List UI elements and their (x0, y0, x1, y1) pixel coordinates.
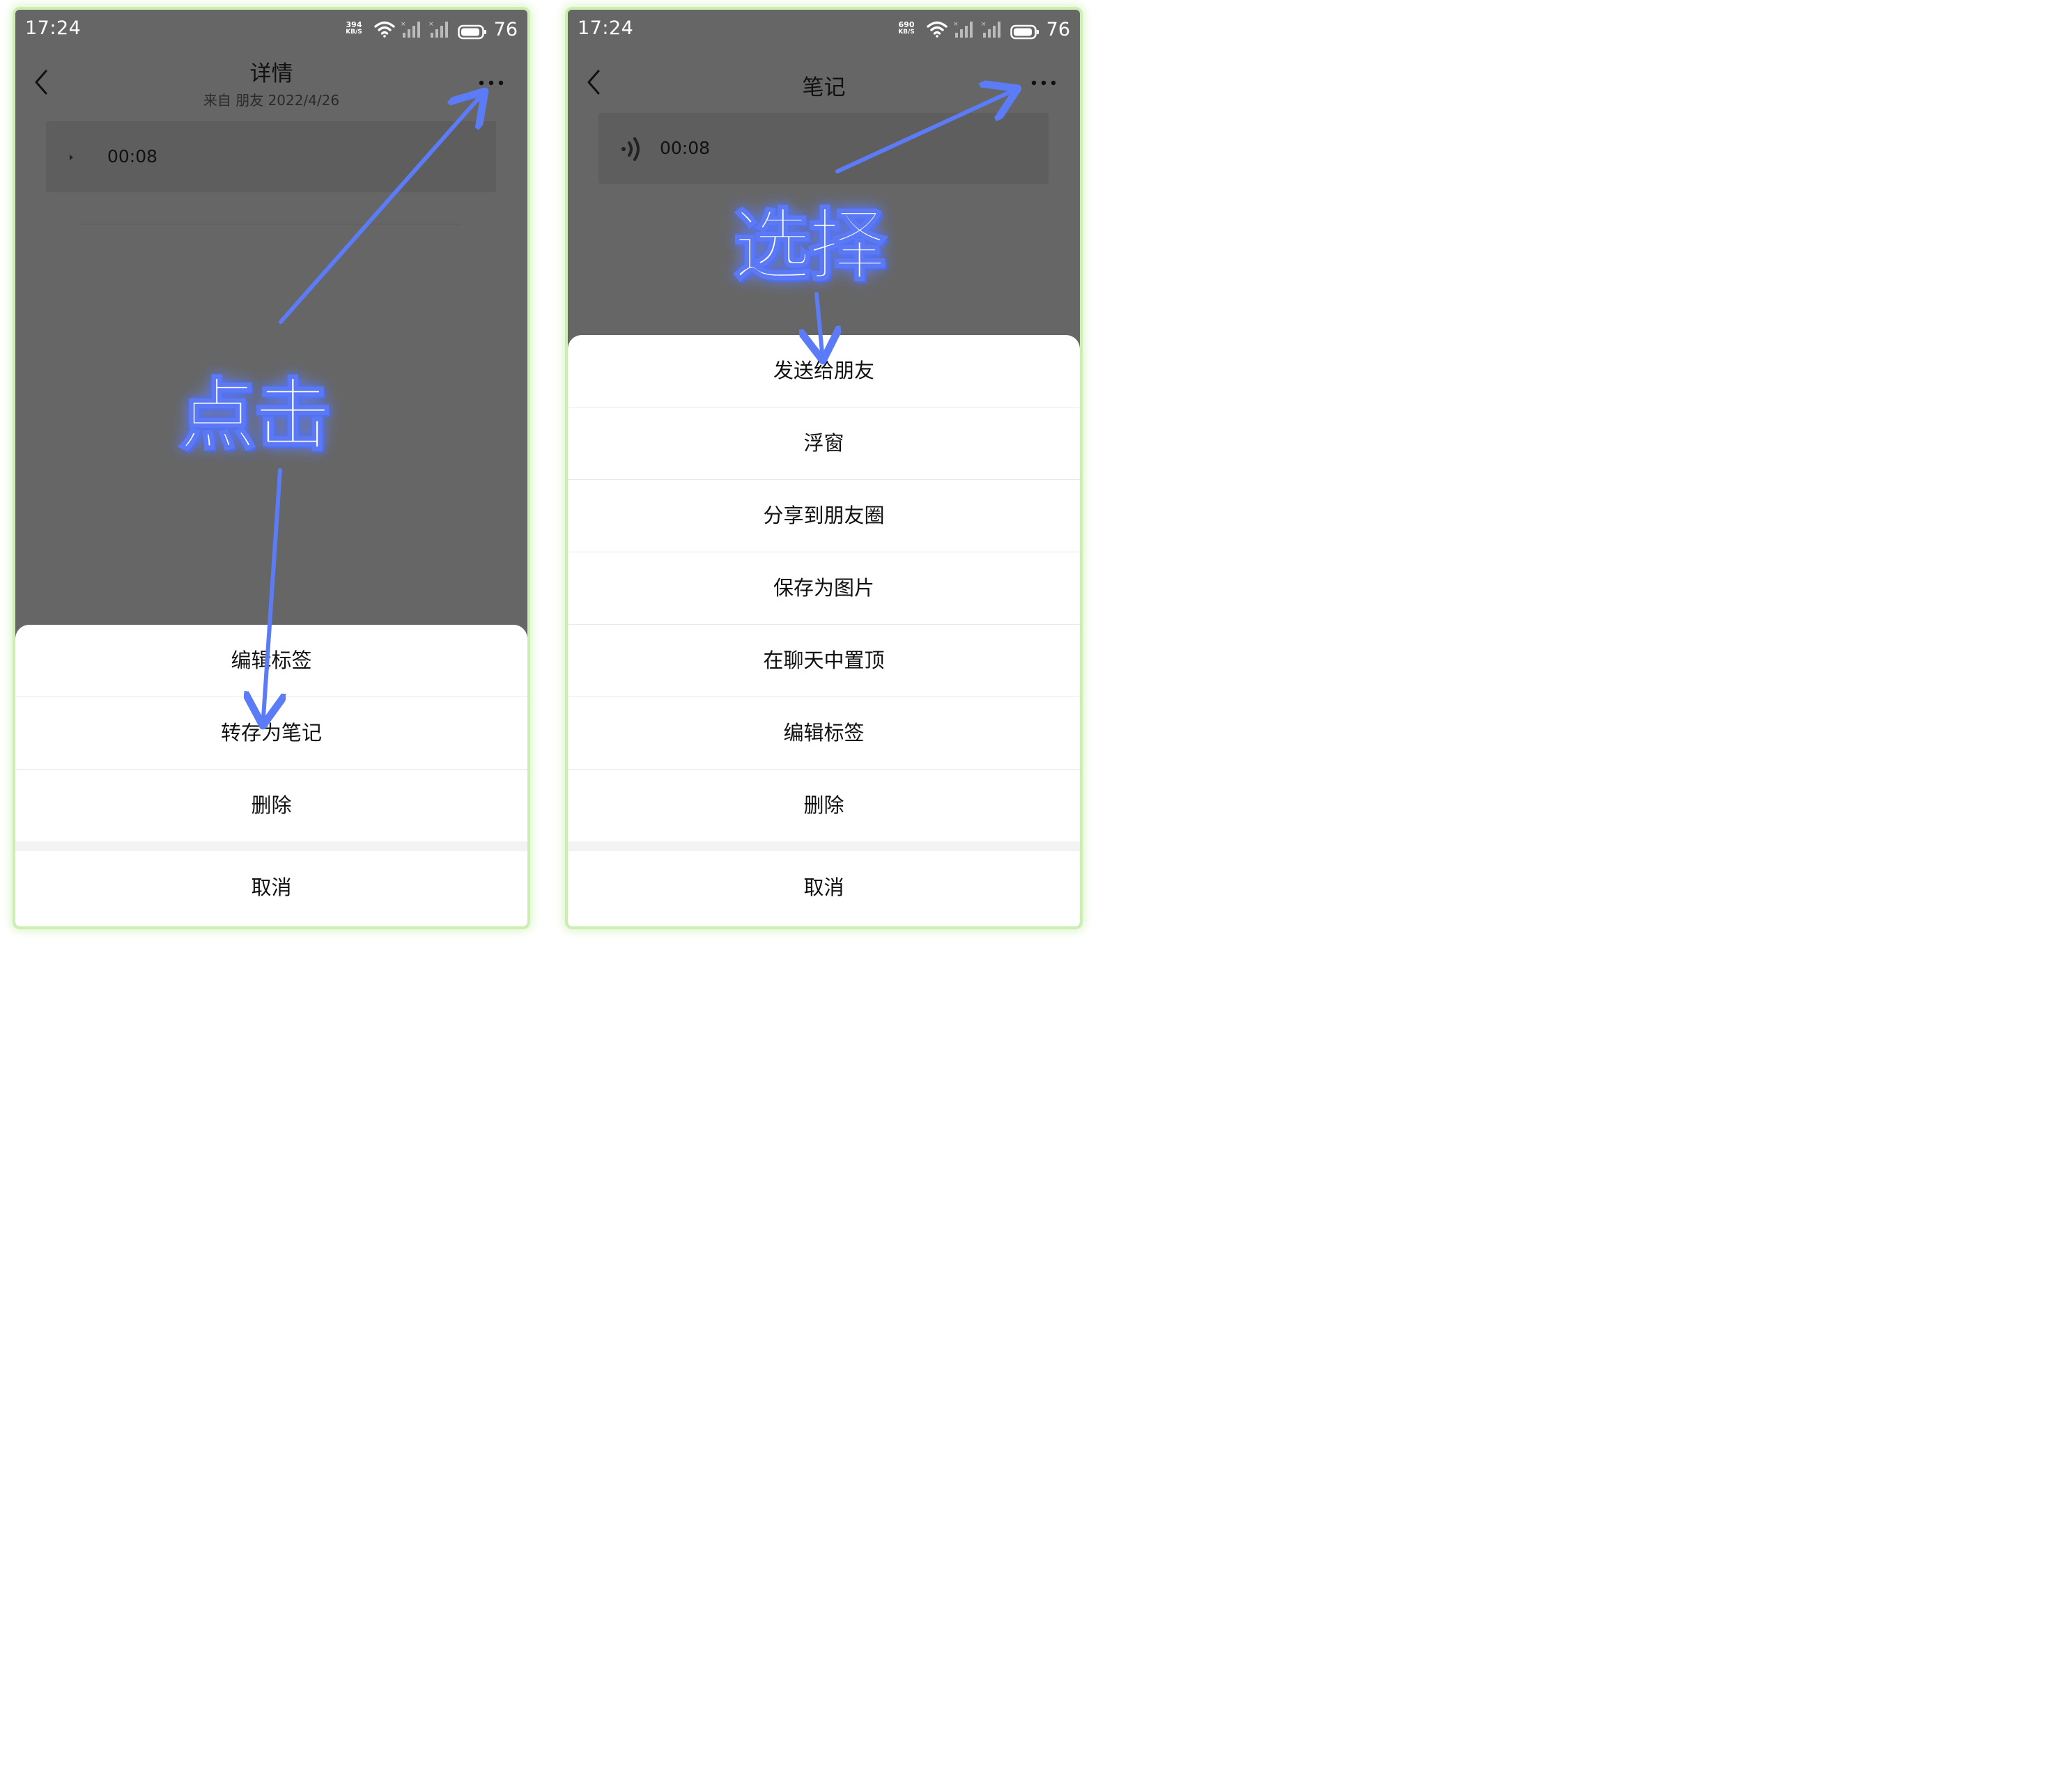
cancel-button[interactable]: 取消 (568, 851, 1080, 924)
wifi-icon (374, 21, 395, 38)
signal-bars-icon: × (981, 21, 1000, 38)
battery-level: 76 (493, 19, 518, 40)
status-time: 17:24 (25, 17, 82, 39)
battery-icon (458, 24, 486, 40)
signal-bars-icon: × (428, 21, 448, 38)
sheet-item-delete[interactable]: 删除 (15, 770, 527, 841)
page-title: 笔记 (802, 75, 846, 100)
net-speed: 690 KB/S (894, 21, 919, 36)
svg-text:×: × (953, 21, 959, 28)
more-dots-icon[interactable] (479, 79, 504, 86)
nav-bar: 详情 来自 朋友 2022/4/26 (15, 50, 527, 117)
right-phone-screen: 17:24 690 KB/S × × 76 笔记 00:08 发送给朋友 浮窗 … (568, 10, 1080, 926)
battery-level: 76 (1046, 19, 1070, 40)
sheet-separator (15, 841, 527, 851)
action-sheet: 编辑标签 转存为笔记 删除 取消 (15, 625, 527, 926)
sheet-item-save-as-note[interactable]: 转存为笔记 (15, 697, 527, 770)
divider (78, 224, 461, 225)
sheet-separator (568, 841, 1080, 851)
voice-wave-icon (621, 137, 640, 161)
battery-icon (1010, 24, 1039, 40)
svg-text:×: × (428, 21, 434, 28)
sheet-item-floating-window[interactable]: 浮窗 (568, 407, 1080, 480)
voice-message-card[interactable]: 00:08 (598, 113, 1049, 184)
net-speed: 394 KB/S (341, 21, 366, 36)
net-speed-unit: KB/S (346, 29, 362, 36)
left-phone-screen: 17:24 394 KB/S × × 76 详情 来自 朋友 2022/4/26… (15, 10, 527, 926)
sheet-item-edit-tags[interactable]: 编辑标签 (15, 625, 527, 697)
sheet-item-send-to-friend[interactable]: 发送给朋友 (568, 335, 1080, 407)
signal-bars-icon: × (401, 21, 420, 38)
sheet-item-edit-tags[interactable]: 编辑标签 (568, 697, 1080, 770)
sheet-item-pin-in-chat[interactable]: 在聊天中置顶 (568, 625, 1080, 697)
page-title: 详情 (249, 61, 293, 86)
net-speed-unit: KB/S (898, 29, 915, 36)
status-bar: 17:24 394 KB/S × × 76 (15, 10, 527, 50)
screenshot-stage: 17:24 394 KB/S × × 76 详情 来自 朋友 2022/4/26… (0, 0, 1092, 939)
status-time: 17:24 (578, 17, 634, 39)
status-bar: 17:24 690 KB/S × × 76 (568, 10, 1080, 50)
sheet-item-delete[interactable]: 删除 (568, 770, 1080, 841)
net-speed-value: 690 (898, 20, 915, 29)
net-speed-value: 394 (346, 20, 362, 29)
voice-play-icon (70, 155, 73, 160)
more-dots-icon[interactable] (1031, 79, 1056, 86)
signal-bars-icon: × (953, 21, 973, 38)
wifi-icon (927, 21, 948, 38)
status-icons: 690 KB/S × × 76 (898, 17, 1070, 43)
sheet-item-share-to-moments[interactable]: 分享到朋友圈 (568, 480, 1080, 552)
voice-duration: 00:08 (660, 138, 711, 158)
voice-message-card[interactable]: 00:08 (46, 121, 496, 192)
nav-bar: 笔记 (568, 50, 1080, 117)
callout-tap-label: 点击 (178, 370, 333, 462)
page-subtitle: 来自 朋友 2022/4/26 (203, 92, 340, 109)
voice-duration: 00:08 (107, 146, 158, 166)
sheet-item-save-as-image[interactable]: 保存为图片 (568, 552, 1080, 625)
svg-text:×: × (401, 21, 406, 28)
cancel-button[interactable]: 取消 (15, 851, 527, 924)
callout-choose-label: 选择 (732, 200, 888, 293)
svg-text:×: × (981, 21, 987, 28)
action-sheet: 发送给朋友 浮窗 分享到朋友圈 保存为图片 在聊天中置顶 编辑标签 删除 取消 (568, 335, 1080, 926)
status-icons: 394 KB/S × × 76 (346, 17, 518, 43)
